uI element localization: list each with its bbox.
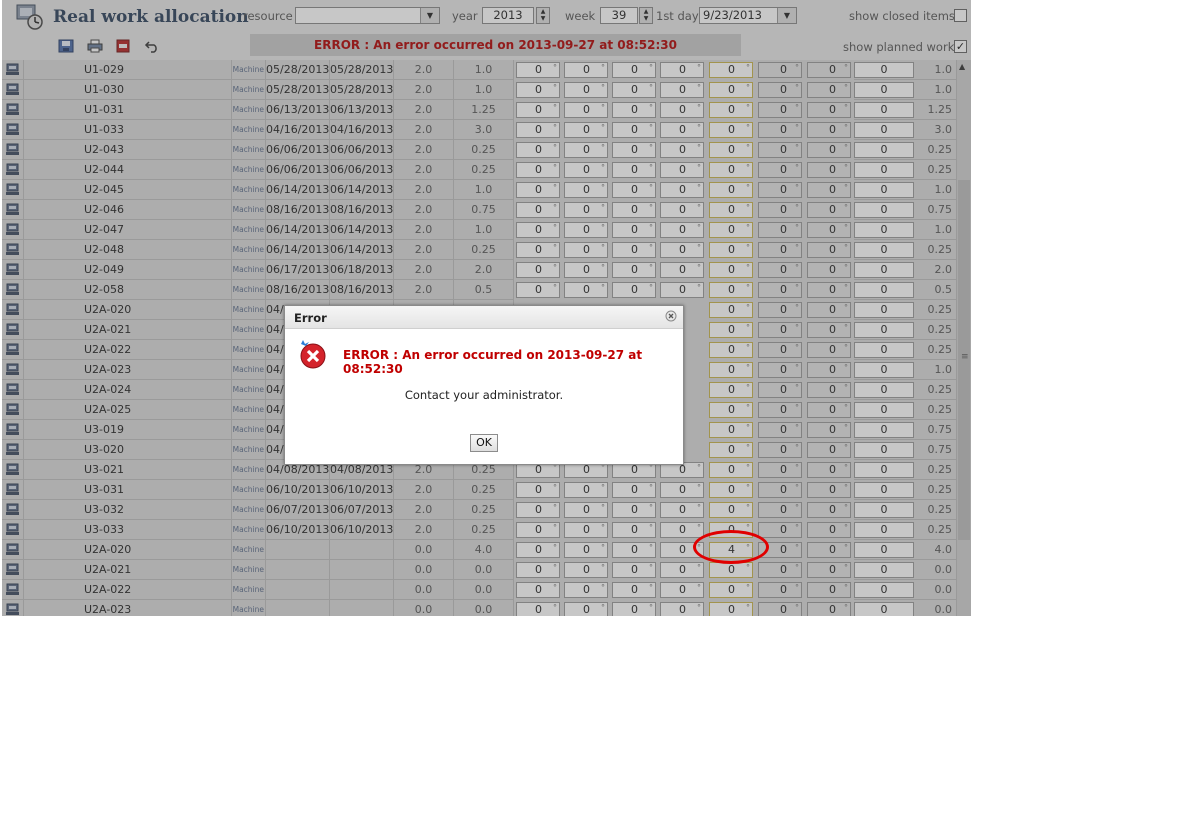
dialog-title: Error (294, 311, 327, 325)
error-icon (300, 340, 326, 369)
error-dialog: Error ERROR : An error occurred on 2013-… (284, 305, 684, 465)
close-icon[interactable] (665, 310, 677, 322)
ok-button[interactable]: OK (470, 434, 498, 452)
annotation-circle (693, 530, 769, 564)
dialog-titlebar: Error (285, 306, 683, 329)
dialog-detail: Contact your administrator. (404, 388, 564, 402)
app-window: Real work allocation resource ▼ year 201… (2, 0, 971, 616)
dialog-error-message: ERROR : An error occurred on 2013-09-27 … (343, 348, 643, 376)
